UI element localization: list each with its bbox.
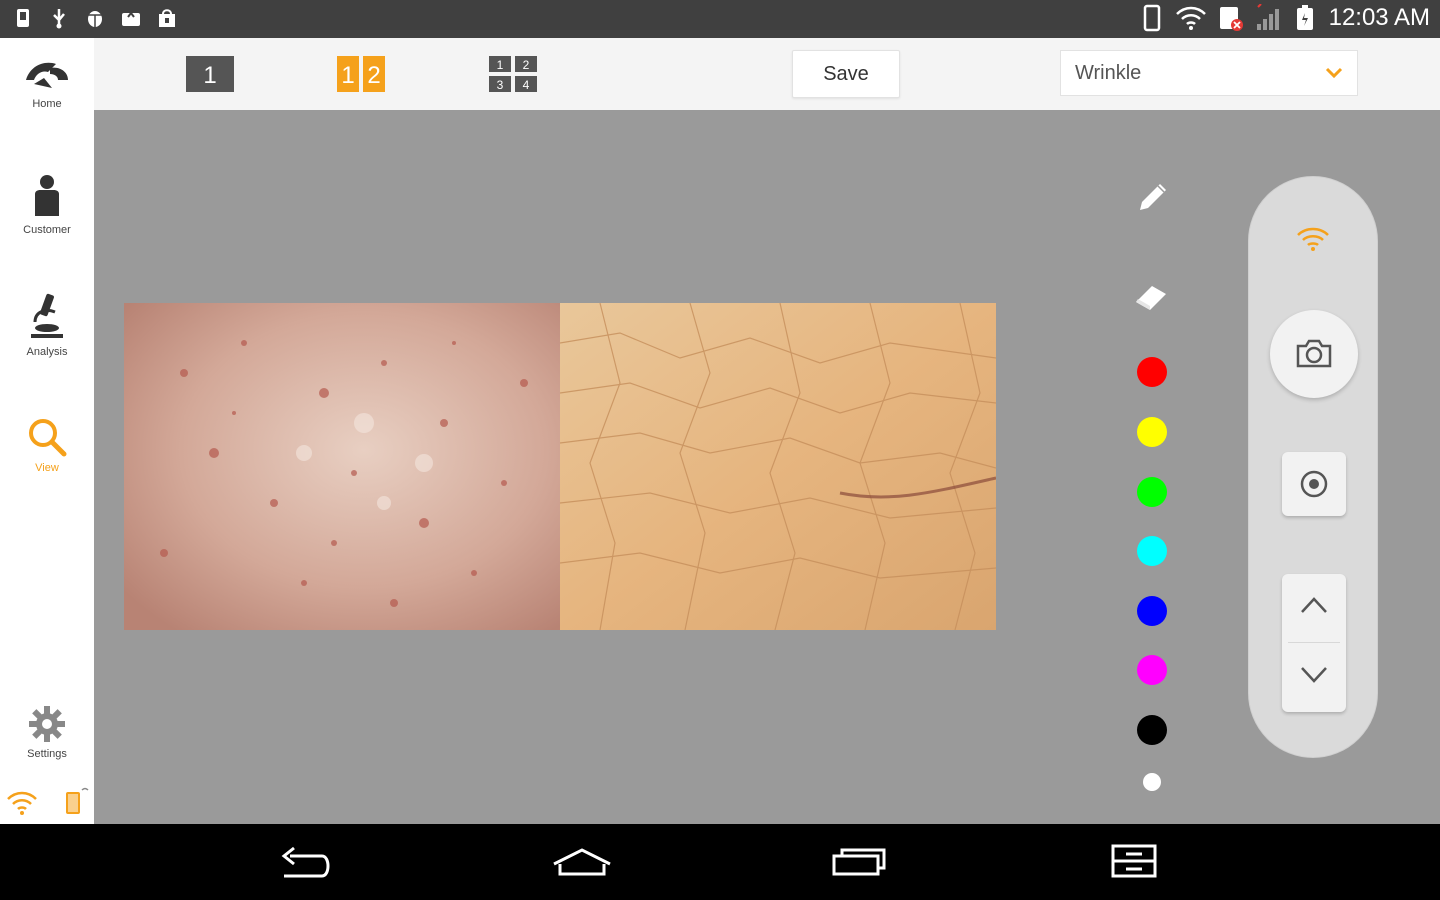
zoom-stepper	[1282, 574, 1346, 712]
logo-icon	[26, 62, 68, 88]
eraser-icon[interactable]	[1132, 280, 1170, 312]
usb-icon	[53, 9, 65, 29]
color-swatch-magenta[interactable]	[1137, 655, 1167, 685]
sidebar-item-label: View	[35, 462, 59, 474]
layout-quad-icon: 1 2 3 4	[489, 56, 537, 92]
record-button[interactable]	[1282, 452, 1346, 516]
menu-icon[interactable]	[1110, 842, 1158, 882]
color-swatch-blue[interactable]	[1137, 596, 1167, 626]
skin-image-left[interactable]	[124, 303, 560, 630]
person-icon	[35, 175, 59, 216]
shopping-bag-icon	[159, 9, 175, 27]
capture-button[interactable]	[1270, 310, 1358, 398]
sidebar-item-home[interactable]: Home	[0, 58, 94, 110]
system-nav-bar	[0, 824, 1440, 900]
color-swatch-cyan[interactable]	[1137, 536, 1167, 566]
back-icon[interactable]	[276, 842, 334, 882]
record-icon	[1300, 470, 1328, 498]
sidebar: Home Customer Analysis View Settings	[0, 38, 94, 824]
sidebar-item-label: Home	[32, 98, 62, 110]
svg-text:2: 2	[523, 58, 530, 72]
device-battery-icon	[66, 787, 89, 814]
svg-text:1: 1	[203, 62, 216, 89]
notification-icons	[12, 7, 178, 29]
layout-split-two-button[interactable]: 1 2	[337, 56, 385, 94]
save-button[interactable]: Save	[792, 50, 900, 98]
svg-text:4: 4	[523, 78, 530, 92]
sidebar-item-view[interactable]: View	[0, 416, 94, 474]
color-swatch-yellow[interactable]	[1137, 417, 1167, 447]
wifi-icon	[1297, 227, 1329, 251]
stepper-divider	[1288, 642, 1340, 643]
layout-split-two-icon: 1 2	[337, 56, 385, 92]
chevron-down-icon	[1325, 67, 1343, 79]
android-debug-icon	[88, 11, 102, 27]
gear-icon	[29, 706, 65, 742]
color-swatch-white[interactable]	[1143, 773, 1161, 791]
sidebar-item-label: Analysis	[26, 346, 68, 358]
zoom-up-button[interactable]	[1282, 574, 1346, 638]
wifi-icon	[7, 791, 37, 815]
analysis-mode-select[interactable]: Wrinkle	[1060, 50, 1358, 96]
svg-text:1: 1	[497, 58, 504, 72]
camera-icon	[1296, 339, 1332, 368]
layout-quad-button[interactable]: 1 2 3 4	[489, 56, 537, 94]
signal-icon	[1256, 4, 1279, 30]
skin-image-right[interactable]	[560, 303, 996, 630]
sidebar-item-customer[interactable]: Customer	[0, 172, 94, 236]
search-icon	[29, 419, 67, 457]
sidebar-item-settings[interactable]: Settings	[0, 704, 94, 760]
svg-text:1: 1	[341, 62, 354, 89]
home-icon[interactable]	[550, 842, 614, 882]
layout-single-icon: 1	[186, 56, 234, 92]
sidebar-item-label: Customer	[23, 224, 71, 236]
phone-icon	[1143, 4, 1160, 32]
color-swatch-red[interactable]	[1137, 357, 1167, 387]
photo-upload-icon	[122, 11, 140, 26]
status-bar: 12:03 AM	[0, 0, 1440, 38]
analysis-mode-value: Wrinkle	[1075, 61, 1142, 84]
recents-icon[interactable]	[830, 842, 888, 882]
image-compare-area[interactable]	[124, 303, 996, 630]
toolbar: 1 1 2 1 2 3 4 Save Wrinkle	[94, 38, 1440, 110]
sidebar-item-analysis[interactable]: Analysis	[0, 290, 94, 358]
phone-storage-icon	[17, 9, 29, 27]
chevron-down-icon	[1301, 667, 1327, 683]
color-swatch-green[interactable]	[1137, 477, 1167, 507]
layout-single-button[interactable]: 1	[186, 56, 234, 94]
chevron-up-icon	[1301, 597, 1327, 613]
wifi-icon	[1175, 6, 1206, 30]
battery-icon	[1296, 5, 1313, 30]
color-swatch-black[interactable]	[1137, 715, 1167, 745]
system-icons: 12:03 AM	[1139, 4, 1430, 32]
clock: 12:03 AM	[1328, 4, 1430, 31]
svg-text:2: 2	[367, 62, 380, 89]
microscope-icon	[31, 293, 63, 338]
svg-text:3: 3	[497, 78, 504, 92]
sidebar-item-label: Settings	[27, 748, 67, 760]
pencil-icon[interactable]	[1134, 180, 1170, 216]
sd-card-error-icon	[1219, 7, 1243, 31]
zoom-down-button[interactable]	[1282, 646, 1346, 710]
